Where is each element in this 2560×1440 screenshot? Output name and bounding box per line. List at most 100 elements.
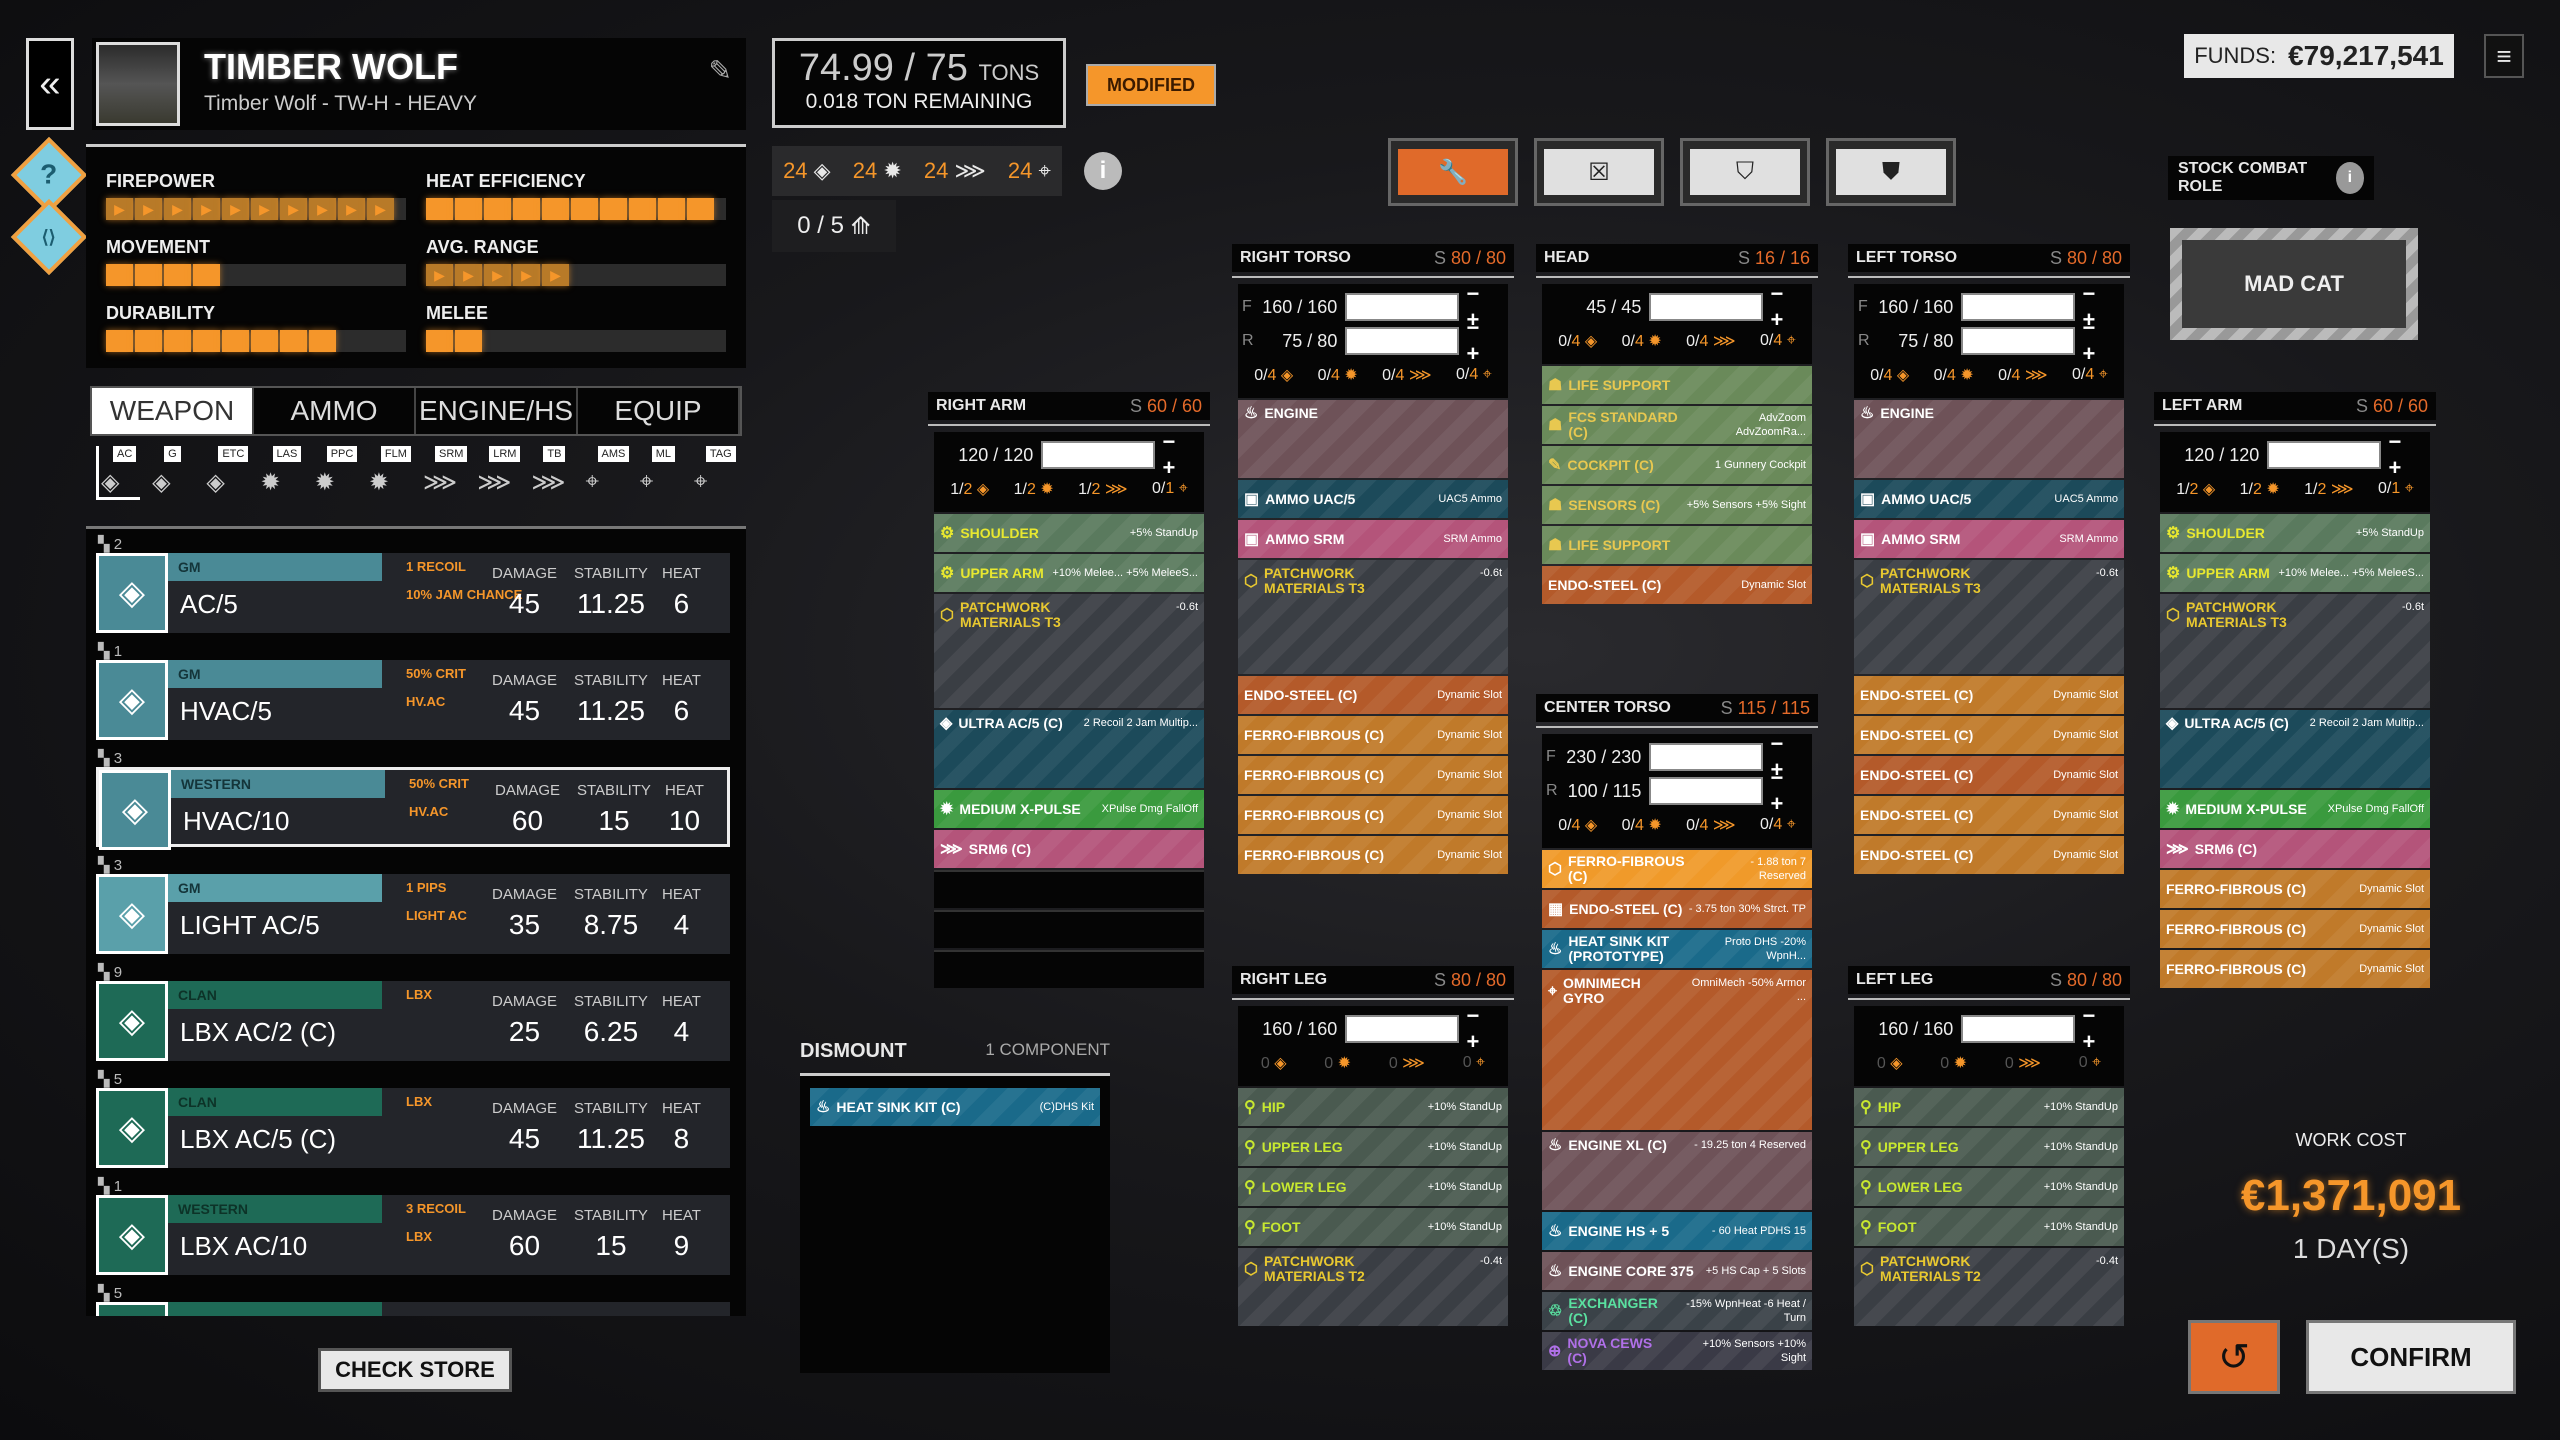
component-slot[interactable]: ⚲ HIP +10% StandUp: [1854, 1088, 2124, 1126]
component-slot[interactable]: ⬡ PATCHWORK MATERIALS T3 -0.6t: [2160, 594, 2430, 708]
component-slot[interactable]: FERRO-FIBROUS (C) Dynamic Slot: [1238, 716, 1508, 754]
armor-slider[interactable]: [1649, 293, 1763, 321]
filter-las[interactable]: LAS ✹: [259, 446, 303, 500]
armor-slider[interactable]: [1649, 777, 1763, 805]
component-slot[interactable]: ⋙ SRM6 (C): [2160, 830, 2430, 868]
component-slot[interactable]: ⚙ SHOULDER +5% StandUp: [2160, 514, 2430, 552]
minus-icon[interactable]: −: [1771, 281, 1790, 306]
component-slot[interactable]: FERRO-FIBROUS (C) Dynamic Slot: [1238, 836, 1508, 874]
filter-g[interactable]: G ◈: [150, 446, 194, 500]
plus-icon[interactable]: +: [1163, 455, 1182, 480]
component-slot[interactable]: ✎ COCKPIT (C) 1 Gunnery Cockpit: [1542, 446, 1812, 484]
component-slot[interactable]: ♨ HEAT SINK KIT (PROTOTYPE) Proto DHS -20%…: [1542, 930, 1812, 968]
component-slot[interactable]: ENDO-STEEL (C) Dynamic Slot: [1854, 836, 2124, 874]
component-slot[interactable]: ◈ ULTRA AC/5 (C) 2 Recoil 2 Jam Multip...: [934, 710, 1204, 788]
weapon-row[interactable]: ◈ GM LIGHT AC/5 1 PIPS LIGHT AC DAMAGE 35 STABI…: [96, 874, 730, 954]
component-slot[interactable]: ☗ LIFE SUPPORT: [1542, 366, 1812, 404]
tab-ammo[interactable]: AMMO: [254, 388, 416, 434]
component-slot[interactable]: ⊕ NOVA CEWS (C) +10% Sensors +10% Sight: [1542, 1332, 1812, 1370]
info-icon[interactable]: i: [2335, 162, 2364, 194]
component-slot[interactable]: ♨ ENGINE: [1854, 400, 2124, 478]
minus-icon[interactable]: −: [1163, 429, 1182, 454]
minus-icon[interactable]: −: [1771, 731, 1790, 756]
component-slot[interactable]: ♨ ENGINE HS + 5 - 60 Heat PDHS 15: [1542, 1212, 1812, 1250]
weapon-row[interactable]: ◈ GM HVAC/5 50% CRIT HV.AC DAMAGE 45 STABILITY 1…: [96, 660, 730, 740]
component-slot[interactable]: ▣ AMMO SRM SRM Ammo: [1854, 520, 2124, 558]
weapon-row[interactable]: ◈ CLAN LBX AC/2 (C) LBX DAMAGE 25 STABILITY 6.2…: [96, 981, 730, 1061]
armor-slider[interactable]: [1345, 327, 1459, 355]
component-slot[interactable]: ♨ ENGINE: [1238, 400, 1508, 478]
weapon-row[interactable]: ◈ GM AC/5 1 RECOIL 10% JAM CHANCE DAMAGE 45 STA…: [96, 553, 730, 633]
armor-slider[interactable]: [1345, 293, 1459, 321]
weapon-row[interactable]: ◈: [96, 1302, 730, 1316]
component-slot[interactable]: ENDO-STEEL (C) Dynamic Slot: [1854, 676, 2124, 714]
component-slot[interactable]: ⚲ FOOT +10% StandUp: [1854, 1208, 2124, 1246]
filter-tb[interactable]: TB ⋙: [529, 446, 573, 500]
empty-slot[interactable]: [934, 870, 1204, 908]
component-slot[interactable]: ⬡ PATCHWORK MATERIALS T3 -0.6t: [1854, 560, 2124, 674]
filter-ml[interactable]: ML ⌖: [638, 446, 682, 500]
component-slot[interactable]: ⚲ FOOT +10% StandUp: [1238, 1208, 1508, 1246]
info-button[interactable]: i: [1084, 152, 1122, 190]
component-slot[interactable]: ⬡ FERRO-FIBROUS (C) - 1.88 ton 7 Reserved: [1542, 850, 1812, 888]
armor-button[interactable]: ⛊: [1826, 138, 1956, 206]
undo-button[interactable]: ↺: [2188, 1320, 2280, 1394]
filter-etc[interactable]: ETC ◈: [204, 446, 249, 500]
weapon-row[interactable]: ◈ CLAN LBX AC/5 (C) LBX DAMAGE 45 STABILITY 11.…: [96, 1088, 730, 1168]
filter-ac[interactable]: AC ◈: [96, 446, 140, 500]
filter-ppc[interactable]: PPC ✹: [313, 446, 358, 500]
wrench-button[interactable]: 🔧: [1388, 138, 1518, 206]
component-slot[interactable]: ⚙ UPPER ARM +10% Melee... +5% MeleeS...: [2160, 554, 2430, 592]
component-slot[interactable]: ⬡ PATCHWORK MATERIALS T2 -0.4t: [1238, 1248, 1508, 1326]
tab-engine-hs[interactable]: ENGINE/HS: [416, 388, 578, 434]
minus-icon[interactable]: −: [2083, 315, 2102, 340]
empty-slot[interactable]: [934, 910, 1204, 948]
component-slot[interactable]: ▣ AMMO UAC/5 UAC5 Ammo: [1238, 480, 1508, 518]
filter-lrm[interactable]: LRM ⋙: [475, 446, 521, 500]
minus-icon[interactable]: −: [2389, 429, 2408, 454]
weapon-row[interactable]: ◈ WESTERN LBX AC/10 3 RECOIL LBX DAMAGE 60 STAB…: [96, 1195, 730, 1275]
component-slot[interactable]: ▣ AMMO UAC/5 UAC5 Ammo: [1854, 480, 2124, 518]
component-slot[interactable]: FERRO-FIBROUS (C) Dynamic Slot: [2160, 950, 2430, 988]
armor-slider[interactable]: [1649, 743, 1763, 771]
component-slot[interactable]: ♨ ENGINE XL (C) - 19.25 ton 4 Reserved: [1542, 1132, 1812, 1210]
tab-equip[interactable]: EQUIP: [578, 388, 740, 434]
component-slot[interactable]: ⬡ PATCHWORK MATERIALS T3 -0.6t: [934, 594, 1204, 708]
empty-slot[interactable]: [934, 950, 1204, 988]
plus-icon[interactable]: +: [1467, 1029, 1486, 1054]
component-slot[interactable]: ⚙ SHOULDER +5% StandUp: [934, 514, 1204, 552]
component-slot[interactable]: ☗ LIFE SUPPORT: [1542, 526, 1812, 564]
component-slot[interactable]: ✹ MEDIUM X-PULSE XPulse Dmg FallOff: [934, 790, 1204, 828]
plus-icon[interactable]: +: [1771, 307, 1790, 332]
minus-icon[interactable]: −: [2083, 1003, 2102, 1028]
weapon-row[interactable]: ◈ WESTERN HVAC/10 50% CRIT HV.AC DAMAGE 60 STAB…: [96, 767, 730, 850]
minus-icon[interactable]: −: [1467, 315, 1486, 340]
component-slot[interactable]: ▣ AMMO SRM SRM Ammo: [1238, 520, 1508, 558]
component-slot[interactable]: FERRO-FIBROUS (C) Dynamic Slot: [2160, 870, 2430, 908]
component-slot[interactable]: ⚲ LOWER LEG +10% StandUp: [1238, 1168, 1508, 1206]
back-button[interactable]: «: [26, 38, 74, 130]
component-slot[interactable]: ⌖ OMNIMECH GYRO OmniMech -50% Armor ...: [1542, 970, 1812, 1130]
help-button[interactable]: ?: [10, 136, 88, 214]
plus-icon[interactable]: +: [1467, 341, 1486, 366]
armor-slider[interactable]: [1961, 1015, 2075, 1043]
component-slot[interactable]: ☗ SENSORS (C) +5% Sensors +5% Sight: [1542, 486, 1812, 524]
armor-slider[interactable]: [1961, 327, 2075, 355]
minus-icon[interactable]: −: [1467, 1003, 1486, 1028]
remove-armor-button[interactable]: ⛉: [1680, 138, 1810, 206]
filter-ams[interactable]: AMS ⌖: [584, 446, 630, 500]
filter-srm[interactable]: SRM ⋙: [421, 446, 468, 500]
minus-icon[interactable]: −: [2083, 281, 2102, 306]
armor-slider[interactable]: [1961, 293, 2075, 321]
armor-slider[interactable]: [1345, 1015, 1459, 1043]
edit-icon[interactable]: ✎: [709, 54, 732, 87]
component-slot[interactable]: ♨ HEAT SINK KIT (C) (C)DHS Kit: [810, 1088, 1100, 1126]
component-slot[interactable]: ⚙ UPPER ARM +10% Melee... +5% MeleeS...: [934, 554, 1204, 592]
component-slot[interactable]: ⬡ PATCHWORK MATERIALS T3 -0.6t: [1238, 560, 1508, 674]
component-slot[interactable]: ⚲ HIP +10% StandUp: [1238, 1088, 1508, 1126]
link-button[interactable]: ⟨⟩: [10, 198, 88, 276]
armor-slider[interactable]: [1041, 441, 1155, 469]
remove-structure-button[interactable]: ☒: [1534, 138, 1664, 206]
component-slot[interactable]: ✹ MEDIUM X-PULSE XPulse Dmg FallOff: [2160, 790, 2430, 828]
component-slot[interactable]: ☗ FCS STANDARD (C) AdvZoom AdvZoomRa...: [1542, 406, 1812, 444]
